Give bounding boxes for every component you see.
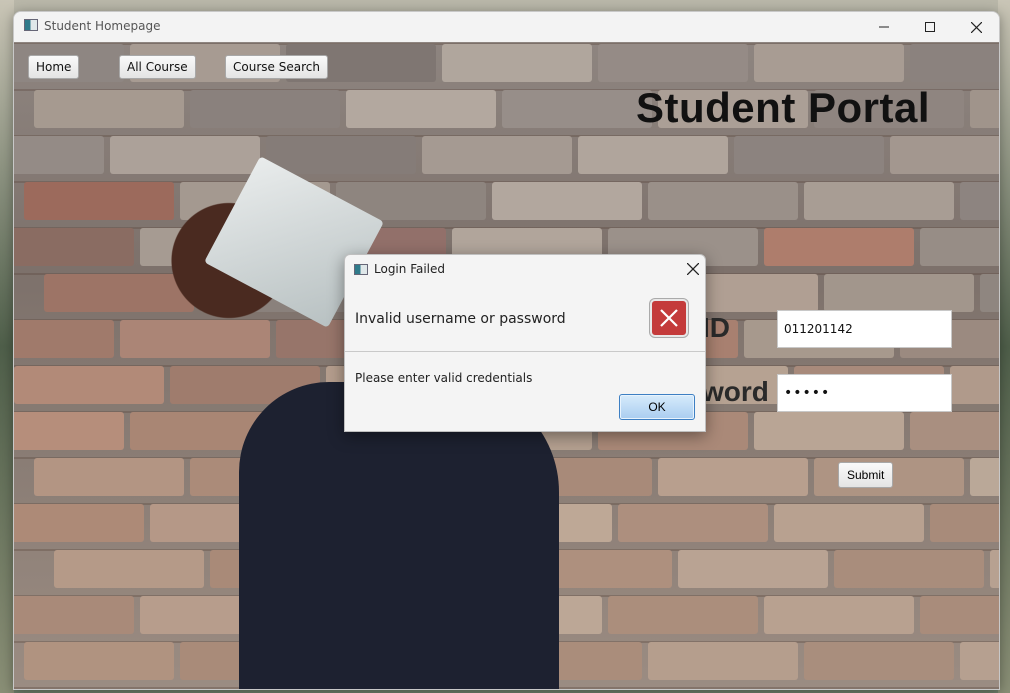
all-course-button[interactable]: All Course [119, 55, 196, 79]
app-icon [354, 264, 368, 275]
maximize-icon [925, 22, 935, 32]
minimize-icon [879, 26, 889, 28]
submit-button[interactable]: Submit [838, 462, 894, 488]
maximize-button[interactable] [907, 12, 953, 42]
dialog-title: Login Failed [374, 262, 446, 276]
close-icon [970, 21, 982, 33]
student-id-input[interactable]: 011201142 [777, 310, 952, 348]
dialog-close-button[interactable] [686, 259, 700, 280]
dialog-titlebar[interactable]: Login Failed [345, 255, 705, 283]
ok-button[interactable]: OK [619, 394, 695, 420]
close-button[interactable] [953, 12, 999, 42]
home-button[interactable]: Home [28, 55, 80, 79]
minimize-button[interactable] [861, 12, 907, 42]
password-input[interactable]: ••••• [777, 374, 952, 412]
page-title: Student Portal [636, 84, 931, 131]
id-label: ID [702, 312, 730, 343]
error-x-icon [650, 299, 688, 337]
password-label: word [702, 376, 769, 407]
login-failed-dialog: Login Failed Invalid username or passwor… [344, 254, 706, 432]
window-titlebar[interactable]: Student Homepage [14, 12, 999, 42]
dialog-header-text: Invalid username or password [355, 311, 566, 327]
dialog-header: Invalid username or password [345, 283, 705, 352]
dialog-content: Please enter valid credentials [355, 371, 533, 385]
brick-row [14, 136, 999, 180]
desktop-background-left [0, 0, 14, 693]
app-icon [24, 19, 38, 31]
window-title: Student Homepage [44, 19, 161, 33]
close-icon [686, 262, 700, 276]
course-search-button[interactable]: Course Search [225, 55, 328, 79]
